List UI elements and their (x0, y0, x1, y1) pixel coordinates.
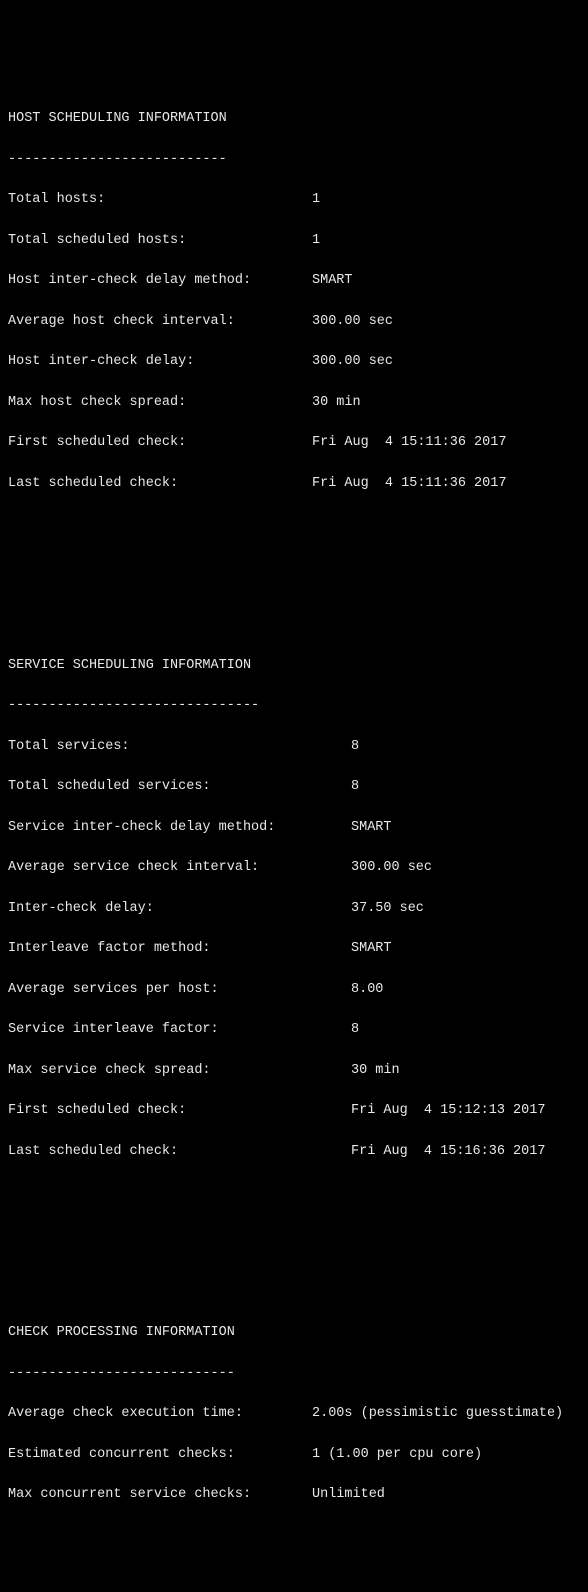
service-row: Interleave factor method:SMART (8, 939, 580, 959)
host-row-label: Host inter-check delay method: (8, 271, 312, 291)
host-row-value: 1 (312, 231, 320, 251)
service-row: Max service check spread:30 min (8, 1061, 580, 1081)
check-row-value: 2.00s (pessimistic guesstimate) (312, 1404, 563, 1424)
host-row-value: SMART (312, 271, 353, 291)
host-row-label: Total scheduled hosts: (8, 231, 312, 251)
service-row-value: 30 min (351, 1061, 400, 1081)
service-row-value: 8 (351, 737, 359, 757)
host-row: Host inter-check delay:300.00 sec (8, 352, 580, 372)
check-section-divider: ---------------------------- (8, 1364, 580, 1384)
host-row: Total scheduled hosts:1 (8, 231, 580, 251)
service-row-label: Last scheduled check: (8, 1142, 351, 1162)
service-row: Service interleave factor:8 (8, 1020, 580, 1040)
host-row-value: 300.00 sec (312, 352, 393, 372)
host-scheduling-section: HOST SCHEDULING INFORMATION ------------… (8, 89, 580, 514)
service-row-value: SMART (351, 939, 392, 959)
check-row-label: Estimated concurrent checks: (8, 1445, 312, 1465)
service-row-value: SMART (351, 818, 392, 838)
service-row-value: 8 (351, 1020, 359, 1040)
host-row-label: Last scheduled check: (8, 474, 312, 494)
section-gap (8, 1223, 580, 1263)
service-section-divider: ------------------------------- (8, 696, 580, 716)
host-row-value: Fri Aug 4 15:11:36 2017 (312, 474, 506, 494)
service-row-value: Fri Aug 4 15:12:13 2017 (351, 1101, 545, 1121)
host-row: Last scheduled check:Fri Aug 4 15:11:36 … (8, 474, 580, 494)
host-row: Host inter-check delay method:SMART (8, 271, 580, 291)
service-row-label: Service interleave factor: (8, 1020, 351, 1040)
service-row-label: Inter-check delay: (8, 899, 351, 919)
host-row-label: Max host check spread: (8, 393, 312, 413)
service-row-value: 8 (351, 777, 359, 797)
host-row: Total hosts:1 (8, 190, 580, 210)
service-row: Last scheduled check:Fri Aug 4 15:16:36 … (8, 1142, 580, 1162)
host-row-value: Fri Aug 4 15:11:36 2017 (312, 433, 506, 453)
check-row-label: Average check execution time: (8, 1404, 312, 1424)
section-gap (8, 1566, 580, 1592)
service-row-value: 37.50 sec (351, 899, 424, 919)
service-row-label: Total services: (8, 737, 351, 757)
check-row-value: 1 (1.00 per cpu core) (312, 1445, 482, 1465)
host-row: Max host check spread:30 min (8, 393, 580, 413)
service-scheduling-section: SERVICE SCHEDULING INFORMATION ---------… (8, 635, 580, 1182)
host-row-value: 300.00 sec (312, 312, 393, 332)
service-section-title: SERVICE SCHEDULING INFORMATION (8, 656, 580, 676)
host-section-title: HOST SCHEDULING INFORMATION (8, 109, 580, 129)
host-row-label: Total hosts: (8, 190, 312, 210)
service-row: Average service check interval:300.00 se… (8, 858, 580, 878)
service-row-value: 8.00 (351, 980, 383, 1000)
service-row-label: Total scheduled services: (8, 777, 351, 797)
check-row-value: Unlimited (312, 1485, 385, 1505)
service-row-label: First scheduled check: (8, 1101, 351, 1121)
service-row: Total services:8 (8, 737, 580, 757)
host-row: Average host check interval:300.00 sec (8, 312, 580, 332)
check-section-title: CHECK PROCESSING INFORMATION (8, 1323, 580, 1343)
host-row-value: 30 min (312, 393, 361, 413)
host-row-label: Host inter-check delay: (8, 352, 312, 372)
service-row-value: 300.00 sec (351, 858, 432, 878)
service-row-label: Average service check interval: (8, 858, 351, 878)
check-row-label: Max concurrent service checks: (8, 1485, 312, 1505)
service-row: Average services per host:8.00 (8, 980, 580, 1000)
host-row-value: 1 (312, 190, 320, 210)
service-row-value: Fri Aug 4 15:16:36 2017 (351, 1142, 545, 1162)
host-row: First scheduled check:Fri Aug 4 15:11:36… (8, 433, 580, 453)
check-row: Average check execution time:2.00s (pess… (8, 1404, 580, 1424)
service-row: Total scheduled services:8 (8, 777, 580, 797)
host-row-label: Average host check interval: (8, 312, 312, 332)
host-section-divider: --------------------------- (8, 150, 580, 170)
section-gap (8, 555, 580, 595)
service-row: First scheduled check:Fri Aug 4 15:12:13… (8, 1101, 580, 1121)
host-row-label: First scheduled check: (8, 433, 312, 453)
service-row-label: Interleave factor method: (8, 939, 351, 959)
service-row: Inter-check delay:37.50 sec (8, 899, 580, 919)
service-row-label: Service inter-check delay method: (8, 818, 351, 838)
check-processing-section: CHECK PROCESSING INFORMATION -----------… (8, 1303, 580, 1526)
service-row-label: Average services per host: (8, 980, 351, 1000)
check-row: Max concurrent service checks:Unlimited (8, 1485, 580, 1505)
service-row: Service inter-check delay method:SMART (8, 818, 580, 838)
check-row: Estimated concurrent checks:1 (1.00 per … (8, 1445, 580, 1465)
service-row-label: Max service check spread: (8, 1061, 351, 1081)
